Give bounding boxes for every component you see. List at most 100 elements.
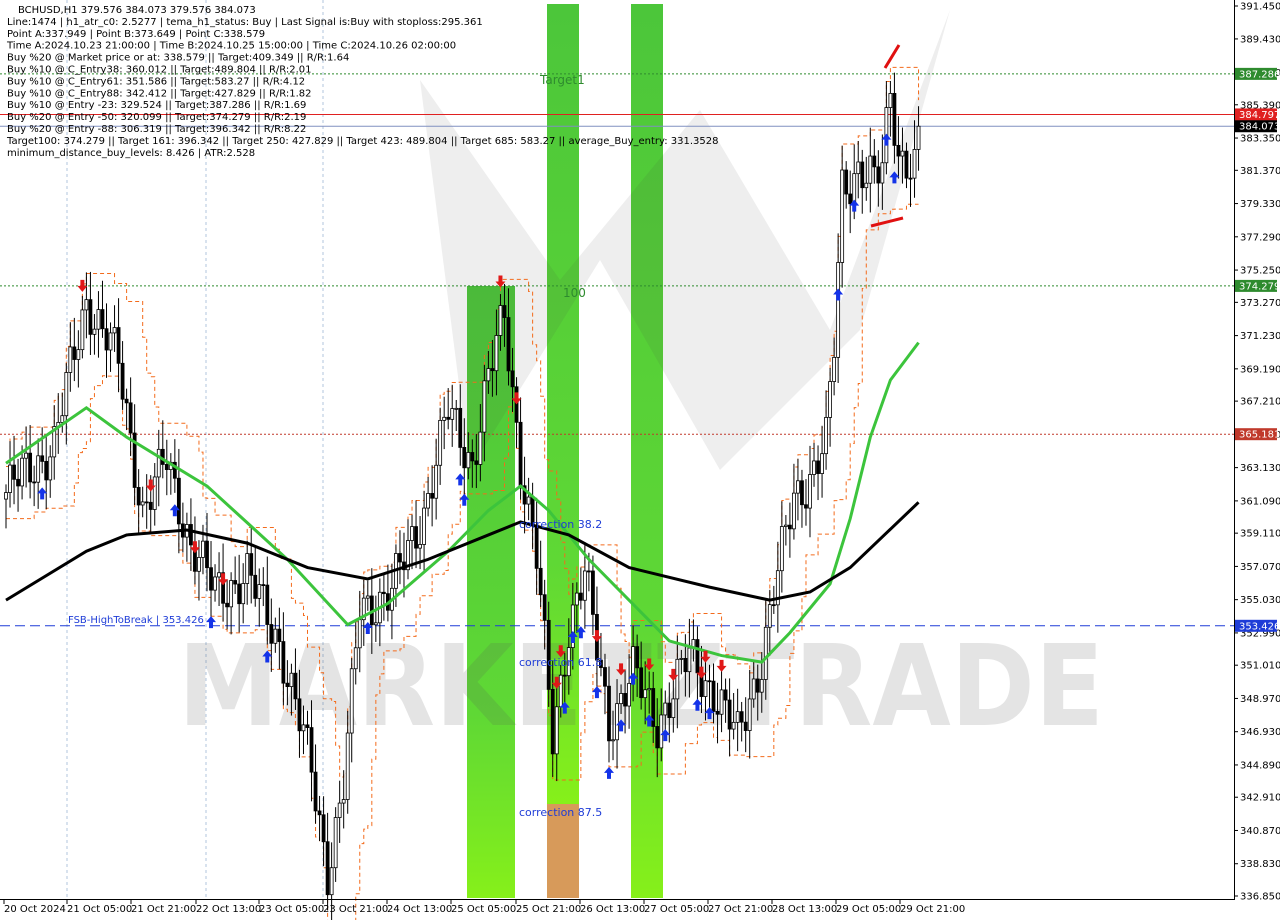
candle-body [864, 182, 869, 189]
price-tag-label: 353.426 [1239, 621, 1280, 632]
price-tag-label: 387.286 [1239, 69, 1280, 80]
candle-body [647, 688, 652, 691]
candle-body [816, 460, 820, 474]
candle-body [747, 698, 752, 731]
candle-body [619, 693, 623, 705]
candle-body [470, 452, 475, 462]
candle-body [723, 689, 728, 701]
y-tick-label: 379.330 [1240, 199, 1280, 210]
info-line: Target100: 374.279 || Target 161: 396.34… [6, 136, 718, 147]
candle-body [796, 480, 800, 494]
candle-body [683, 658, 688, 673]
candle-body [20, 457, 24, 487]
x-tick-label: 20 Oct 2024 [4, 904, 66, 915]
candle-body [44, 460, 49, 481]
candle-body [591, 570, 595, 615]
x-tick-label: 29 Oct 05:00 [836, 904, 901, 915]
candle-body [659, 714, 664, 749]
candle-body [144, 501, 149, 504]
fsb-label: FSB-HighToBreak | 353.426 [68, 615, 204, 626]
candle-body [751, 678, 756, 700]
candle-body [623, 693, 627, 707]
candle-body [739, 711, 744, 723]
candle-body [176, 477, 181, 525]
price-tag-label: 365.181 [1239, 430, 1280, 441]
correction-875-label: correction 87.5 [519, 806, 602, 819]
correction-382-label: correction 38.2 [519, 518, 602, 531]
candle-body [40, 455, 45, 462]
candle-body [205, 540, 209, 569]
candle-body [679, 658, 684, 660]
candle-body [731, 721, 736, 730]
candle-body [916, 125, 921, 150]
target1-label: Target1 [539, 73, 585, 87]
candle-body [502, 305, 507, 318]
y-tick-label: 381.370 [1240, 166, 1280, 177]
candle-body [301, 724, 306, 732]
candle-body [635, 646, 640, 669]
candle-body [804, 504, 808, 509]
candle-body [550, 688, 555, 755]
candle-body [68, 346, 73, 373]
candle-body [201, 540, 205, 558]
candle-body [454, 407, 459, 410]
candle-body [64, 372, 69, 417]
candle-body [325, 841, 330, 896]
candle-body [4, 492, 8, 500]
y-tick-label: 340.870 [1240, 826, 1280, 837]
candle-body [759, 679, 764, 693]
x-tick-label: 25 Oct 21:00 [516, 904, 581, 915]
y-tick-label: 389.430 [1240, 34, 1280, 45]
candle-body [788, 524, 792, 530]
candle-body [140, 501, 145, 506]
x-tick-label: 27 Oct 21:00 [708, 904, 773, 915]
candle-body [128, 402, 133, 434]
candle-body [639, 667, 644, 699]
x-tick-label: 27 Oct 05:00 [644, 904, 709, 915]
candle-body [562, 674, 567, 677]
candle-body [434, 464, 439, 499]
candle-body [574, 592, 579, 606]
candle-body [317, 810, 322, 816]
candle-body [518, 421, 523, 487]
candle-body [711, 680, 716, 712]
y-tick-label: 377.290 [1240, 232, 1280, 243]
y-tick-label: 351.010 [1240, 661, 1280, 672]
candle-body [578, 592, 583, 601]
candle-body [735, 711, 740, 723]
candle-body [892, 93, 897, 146]
price-tag-label: 384.073 [1239, 122, 1280, 133]
info-line: Buy %10 @ C_Entry88: 342.412 || Target:4… [7, 88, 312, 99]
candle-body [321, 814, 326, 843]
candle-body [148, 501, 153, 510]
candle-body [611, 739, 615, 742]
candle-body [526, 496, 531, 505]
y-tick-label: 346.930 [1240, 727, 1280, 738]
candle-body [462, 447, 467, 469]
candle-body [233, 580, 238, 585]
candle-body [671, 698, 676, 718]
candle-body [269, 624, 274, 644]
candle-body [458, 407, 463, 448]
candle-body [92, 328, 97, 335]
candle-body [120, 362, 125, 400]
info-line: BCHUSD,H1 379.576 384.073 379.576 384.07… [18, 5, 256, 16]
x-tick-label: 29 Oct 21:00 [900, 904, 965, 915]
candle-body [498, 305, 503, 336]
info-line: Buy %20 @ Entry -88: 306.319 || Target:3… [7, 124, 306, 135]
candle-body [655, 726, 660, 749]
candle-body [438, 419, 443, 466]
candle-body [152, 476, 157, 510]
candle-body [225, 602, 230, 608]
candle-body [373, 622, 378, 626]
candle-body [217, 572, 221, 578]
candle-body [800, 480, 804, 506]
x-tick-label: 28 Oct 13:00 [772, 904, 837, 915]
y-tick-label: 391.450 [1240, 2, 1280, 13]
candle-body [771, 604, 776, 607]
candle-body [615, 703, 619, 741]
candle-body [349, 668, 354, 734]
candle-body [116, 327, 121, 364]
x-tick-label: 23 Oct 05:00 [259, 904, 324, 915]
candle-body [896, 144, 901, 157]
